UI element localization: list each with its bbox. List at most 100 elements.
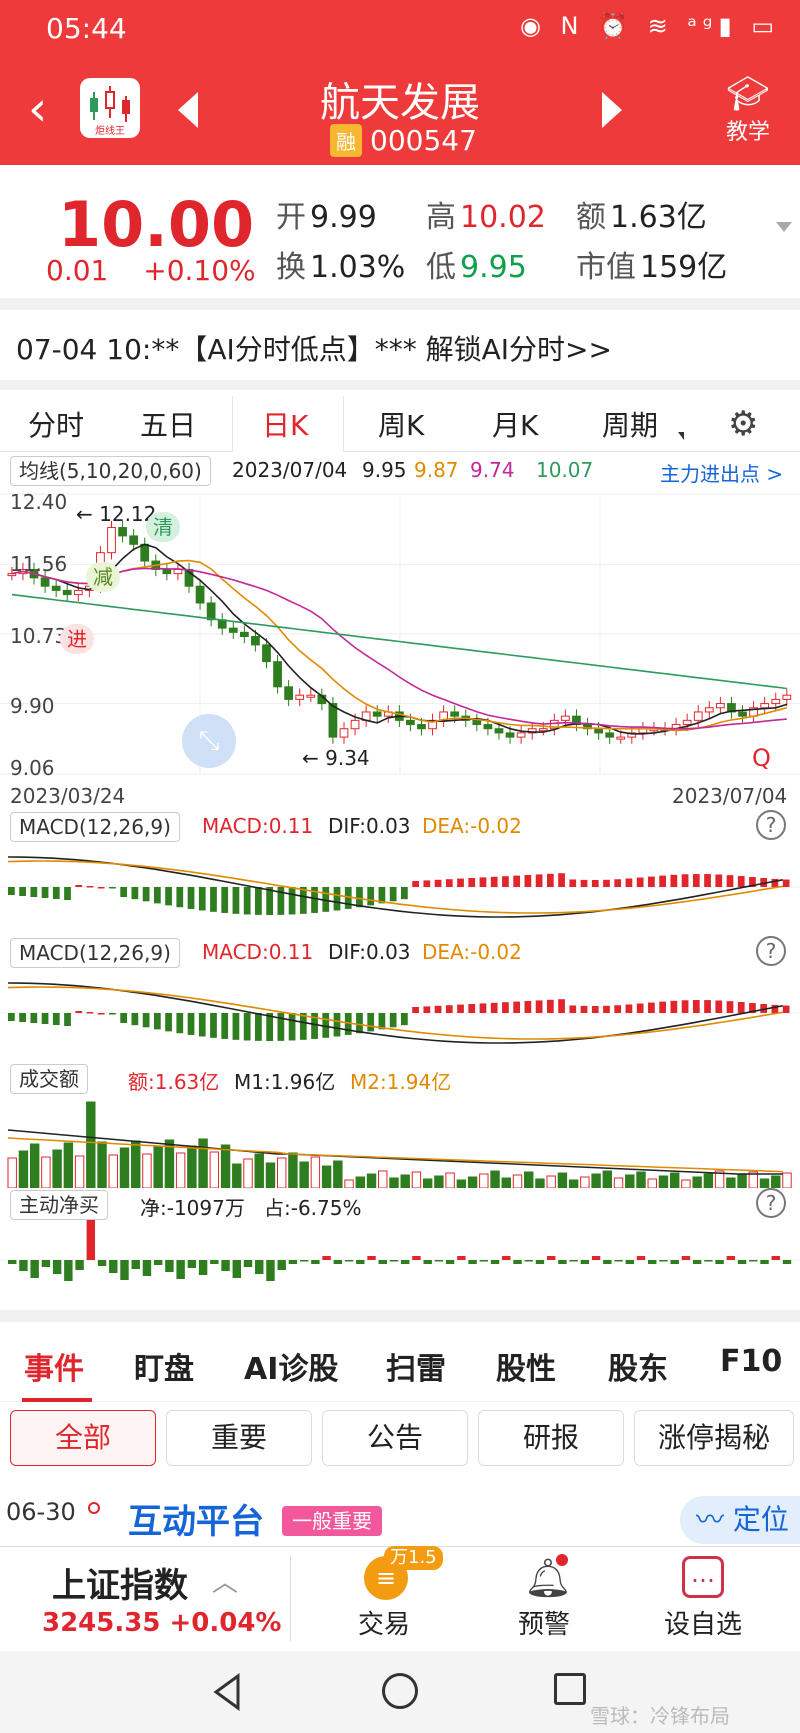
add-watchlist-button[interactable]: 设自选 [664, 1604, 742, 1641]
macd-bar [737, 1002, 745, 1013]
status-time: 05:44 [46, 12, 127, 45]
help-icon[interactable]: ? [756, 1188, 786, 1218]
next-stock-icon[interactable] [602, 92, 622, 128]
macd-bar [198, 1013, 206, 1037]
alert-button[interactable]: 预警 [518, 1604, 570, 1641]
tab-daily-k[interactable]: 日K [262, 404, 308, 444]
stock-code: 000547 [370, 124, 477, 157]
netbuy-bar [749, 1260, 758, 1262]
expand-quote-icon[interactable] [776, 222, 792, 232]
tab-monthly-k[interactable]: 月K [492, 404, 538, 444]
tab-shareholders[interactable]: 股东 [608, 1344, 668, 1388]
trade-button[interactable]: 交易 [358, 1604, 410, 1641]
candle [472, 719, 482, 726]
watchlist-icon[interactable]: … [682, 1556, 724, 1598]
teach-button[interactable]: 🎓︎ 教学 [726, 74, 770, 146]
tab-five-day[interactable]: 五日 [140, 404, 196, 444]
candle [406, 719, 415, 726]
tag-enter[interactable]: 进 [60, 624, 94, 654]
candle [195, 585, 205, 604]
netbuy-bar [120, 1260, 129, 1280]
candle [760, 703, 770, 709]
tab-ai-diagnosis[interactable]: AI诊股 [244, 1344, 338, 1388]
macd-bar [681, 1000, 689, 1013]
volume-bar [97, 1141, 107, 1188]
low-value: 9.95 [460, 250, 527, 285]
netbuy-bar [445, 1260, 455, 1264]
volume-bar [153, 1146, 163, 1188]
index-expand-icon[interactable]: ︿ [212, 1562, 238, 1599]
candle [239, 631, 249, 638]
volume-bar [333, 1160, 343, 1188]
macd-bar [412, 881, 419, 887]
macd-bar [457, 878, 464, 887]
tag-reduce[interactable]: 减 [86, 562, 120, 592]
settings-gear-icon[interactable]: ⚙ [728, 404, 758, 444]
filter-announcement[interactable]: 公告 [322, 1410, 468, 1466]
tag-clear[interactable]: 清 [146, 512, 180, 542]
macd-bar [715, 874, 723, 887]
tab-risk-scan[interactable]: 扫雷 [386, 1344, 446, 1388]
nav-back-icon[interactable] [208, 1672, 248, 1712]
turnover-value: 1.03% [310, 250, 406, 285]
macd-bar [19, 887, 26, 896]
ai-news-banner[interactable]: 07-04 10:**【AI分时低点】*** 解锁AI分时>> [16, 328, 612, 368]
macd-bar [109, 887, 116, 889]
locate-button[interactable]: 〰 定位 [680, 1496, 800, 1544]
macd-bar [782, 879, 790, 887]
tab-watch[interactable]: 盯盘 [134, 1344, 194, 1388]
candle [605, 732, 615, 738]
main-flow-link[interactable]: 主力进出点 > [660, 458, 783, 487]
macd-chip-2[interactable]: MACD(12,26,9) [10, 938, 180, 968]
macd-bar [41, 887, 49, 898]
help-icon[interactable]: ? [756, 936, 786, 966]
macd-bar [636, 877, 644, 887]
volume-bar [276, 1157, 287, 1188]
tab-f10[interactable]: F10 [720, 1344, 782, 1379]
netbuy-chip[interactable]: 主动净买 [10, 1190, 108, 1220]
netbuy-bar [30, 1260, 39, 1278]
nav-home-icon[interactable] [382, 1673, 418, 1709]
kline-chart[interactable] [0, 484, 800, 784]
volume-chip[interactable]: 成交额 [10, 1064, 88, 1094]
candle [771, 698, 781, 705]
macd-bar [423, 880, 431, 887]
macd-bar [726, 1001, 734, 1013]
ma-chip[interactable]: 均线(5,10,20,0,60) [10, 456, 211, 486]
fullscreen-icon[interactable]: ⤡ [182, 714, 236, 768]
netbuy-bar [176, 1260, 185, 1279]
tab-intraday[interactable]: 分时 [28, 404, 84, 444]
event-title[interactable]: 互动平台 [128, 1494, 264, 1543]
volume-bar [321, 1165, 332, 1188]
filter-limit-up[interactable]: 涨停揭秘 [634, 1410, 794, 1466]
index-name[interactable]: 上证指数 [52, 1558, 188, 1607]
macd-bar [569, 879, 577, 887]
volume-bar [490, 1170, 500, 1188]
macd-bar [591, 879, 599, 887]
dif-value-1: DIF:0.03 [328, 814, 411, 838]
ma20-value: 9.74 [470, 458, 515, 482]
netbuy-bar [378, 1260, 387, 1264]
filter-all[interactable]: 全部 [10, 1410, 156, 1466]
macd-bar [243, 1013, 251, 1041]
candle [273, 661, 282, 688]
nav-recents-icon[interactable] [554, 1673, 586, 1705]
volume-bar [63, 1142, 74, 1188]
tab-period[interactable]: 周期 [602, 404, 658, 444]
netbuy-bar [569, 1260, 578, 1262]
candle [505, 732, 515, 738]
help-icon[interactable]: ? [756, 810, 786, 840]
macd-bar [546, 873, 554, 887]
macd-bar [75, 885, 83, 887]
ma-line-3 [11, 593, 787, 690]
volume-bar [669, 1172, 680, 1188]
macd-bar [255, 887, 262, 915]
tab-events[interactable]: 事件 [24, 1344, 84, 1388]
macd-chip-1[interactable]: MACD(12,26,9) [10, 812, 180, 842]
amount-label: 额 [576, 200, 606, 235]
netbuy-bar [479, 1260, 489, 1262]
filter-research[interactable]: 研报 [478, 1410, 624, 1466]
tab-weekly-k[interactable]: 周K [378, 404, 424, 444]
tab-stock-character[interactable]: 股性 [496, 1344, 556, 1388]
filter-important[interactable]: 重要 [166, 1410, 312, 1466]
